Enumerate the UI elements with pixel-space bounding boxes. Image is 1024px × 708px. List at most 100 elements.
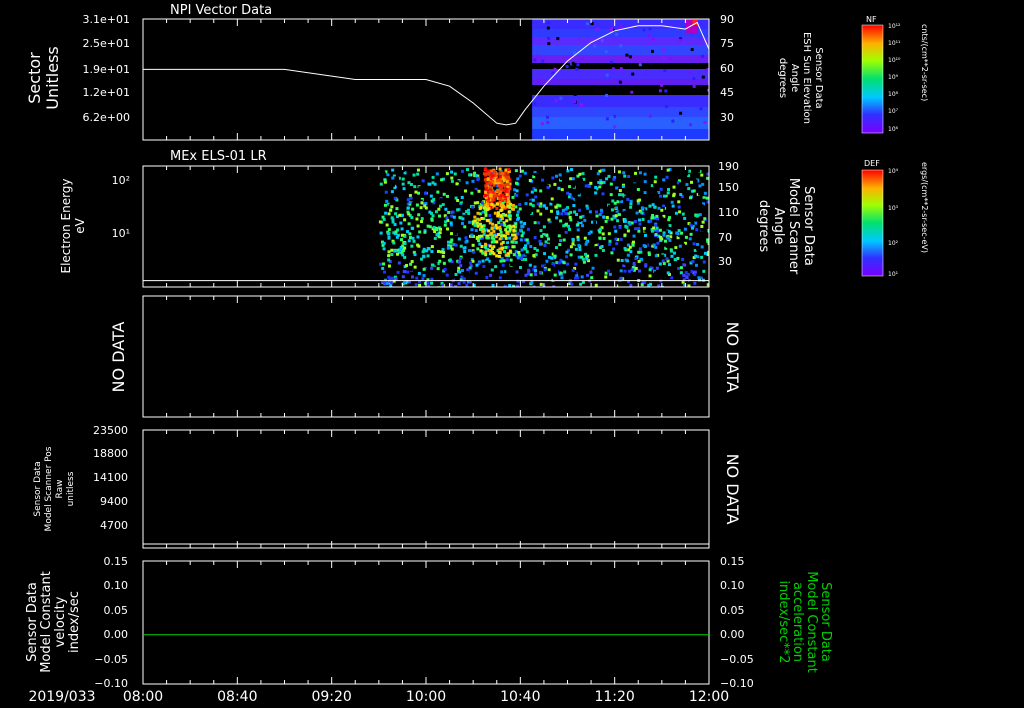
heatmap-cell <box>383 203 387 207</box>
heatmap-cell <box>400 227 404 231</box>
heatmap-cell <box>553 67 557 71</box>
heatmap-cell <box>643 252 647 256</box>
heatmap-cell <box>448 258 452 262</box>
heatmap-cell <box>500 222 504 226</box>
heatmap-cell <box>624 224 628 228</box>
heatmap-cell <box>437 207 441 211</box>
heatmap-cell <box>476 247 480 251</box>
heatmap-cell <box>529 244 533 248</box>
heatmap-cell <box>554 246 558 250</box>
heatmap-cell <box>498 167 502 171</box>
heatmap-cell <box>673 181 677 185</box>
heatmap-cell <box>569 218 573 222</box>
heatmap-cell <box>529 202 533 206</box>
heatmap-cell <box>627 174 631 178</box>
heatmap-cell <box>532 129 709 140</box>
heatmap-cell <box>516 256 520 260</box>
heatmap-cell <box>395 207 399 211</box>
heatmap-cell <box>652 243 656 247</box>
panel2-right-ylabel: Sensor Data <box>801 186 816 266</box>
heatmap-cell <box>549 202 553 206</box>
heatmap-cell <box>644 264 648 268</box>
heatmap-cell <box>571 237 575 241</box>
heatmap-cell <box>702 269 706 273</box>
heatmap-cell <box>455 168 459 172</box>
heatmap-cell <box>567 172 571 176</box>
heatmap-cell <box>600 39 604 43</box>
heatmap-cell <box>490 231 494 235</box>
heatmap-cell <box>569 245 573 249</box>
heatmap-cell <box>490 202 494 206</box>
heatmap-cell <box>631 240 635 244</box>
heatmap-cell <box>516 210 520 214</box>
colorbar-def-label: DEF <box>864 159 880 168</box>
heatmap-cell <box>638 247 642 251</box>
heatmap-cell <box>685 172 689 176</box>
heatmap-cell <box>539 189 543 193</box>
heatmap-cell <box>581 257 585 261</box>
date-label: 2019/033 <box>28 689 95 705</box>
heatmap-cell <box>654 175 658 179</box>
heatmap-cell <box>537 221 541 225</box>
heatmap-cell <box>520 248 524 252</box>
heatmap-cell <box>679 271 683 275</box>
heatmap-cell <box>401 191 405 195</box>
heatmap-cell <box>519 238 523 242</box>
heatmap-cell <box>414 190 418 194</box>
heatmap-cell <box>463 250 467 254</box>
heatmap-cell <box>422 274 426 278</box>
panel2-right-ytick: 150 <box>718 181 739 194</box>
heatmap-cell <box>670 200 674 204</box>
heatmap-cell <box>638 222 642 226</box>
heatmap-cell <box>553 273 557 277</box>
heatmap-cell <box>534 195 538 199</box>
heatmap-cell <box>542 261 546 265</box>
heatmap-cell <box>534 188 538 192</box>
heatmap-cell <box>670 276 674 280</box>
heatmap-cell <box>601 232 605 236</box>
heatmap-cell <box>629 205 633 209</box>
heatmap-cell <box>696 247 700 251</box>
panel1-right-ytick: 90 <box>720 13 734 26</box>
panel5-right-ylabel: index/sec**2 <box>776 580 791 663</box>
heatmap-cell <box>593 44 597 48</box>
heatmap-cell <box>692 77 696 81</box>
heatmap-cell <box>596 172 600 176</box>
heatmap-cell <box>548 271 552 275</box>
heatmap-cell <box>599 208 603 212</box>
panel1-right-ylabel: ESH Sun Elevation <box>801 32 812 124</box>
heatmap-cell <box>433 236 437 240</box>
heatmap-cell <box>619 237 623 241</box>
heatmap-cell <box>667 216 671 220</box>
heatmap-cell <box>492 169 496 173</box>
heatmap-cell <box>430 266 434 270</box>
heatmap-cell <box>477 256 481 260</box>
heatmap-cell <box>393 249 397 253</box>
heatmap-cell <box>682 263 686 267</box>
heatmap-cell <box>654 223 658 227</box>
heatmap-cell <box>424 186 428 190</box>
heatmap-cell <box>523 171 527 175</box>
heatmap-cell <box>614 229 618 233</box>
panel1-right-ylabel: Angle <box>789 64 800 92</box>
heatmap-cell <box>417 213 421 217</box>
heatmap-cell <box>501 240 505 244</box>
heatmap-cell <box>703 191 707 195</box>
heatmap-cell <box>539 212 543 216</box>
heatmap-cell <box>705 196 709 200</box>
panel5-ylabel: index/sec <box>67 591 82 653</box>
heatmap-cell <box>693 270 697 274</box>
heatmap-cell <box>559 268 563 272</box>
heatmap-cell <box>605 117 609 121</box>
heatmap-cell <box>551 176 555 180</box>
heatmap-cell <box>617 213 621 217</box>
heatmap-cell <box>533 102 537 106</box>
heatmap-cell <box>695 214 699 218</box>
heatmap-cell <box>386 173 390 177</box>
heatmap-cell <box>595 266 599 270</box>
heatmap-cell <box>500 208 504 212</box>
heatmap-cell <box>431 186 435 190</box>
heatmap-cell <box>419 206 423 210</box>
heatmap-cell <box>484 253 488 257</box>
heatmap-cell <box>665 244 669 248</box>
